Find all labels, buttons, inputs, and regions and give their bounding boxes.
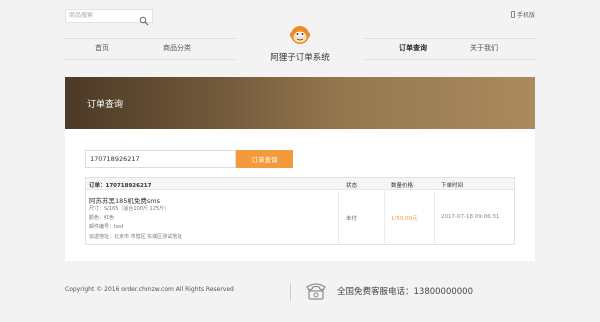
order-query-card: 订单查询 订单：170718926217 状态 数量价格 下单时间 阿苏苏黑18… — [65, 129, 535, 261]
telephone-icon — [305, 281, 327, 301]
nav-item-home[interactable]: 首页 — [95, 43, 109, 53]
search-input[interactable] — [68, 10, 136, 22]
col-time: 下单时间 — [441, 183, 464, 189]
hotline: 全国免费客服电话：13800000000 — [337, 287, 473, 297]
page-banner: 订单查询 — [65, 77, 535, 129]
nav-divider-left — [65, 38, 235, 60]
order-status: 未付 — [346, 216, 358, 222]
footer-divider — [290, 283, 291, 301]
product-spec: 尺寸：S/165（适合100斤 125斤） — [89, 206, 170, 212]
mobile-label: 手机版 — [516, 12, 535, 19]
mobile-version-link[interactable]: 手机版 — [510, 10, 535, 19]
column-divider — [384, 191, 385, 245]
delivery-address: 派送地址：北京市 市辖区 东城区测试地址 — [89, 234, 183, 240]
order-table: 订单：170718926217 状态 数量价格 下单时间 阿苏苏黑185机免费s… — [85, 177, 515, 245]
footer: Copyright © 2016 order.chmzw.com All Rig… — [0, 261, 600, 322]
nav-item-order-query[interactable]: 订单查询 — [399, 43, 427, 53]
product-color: 颜色：红色 — [89, 215, 115, 221]
copyright: Copyright © 2016 order.chmzw.com All Rig… — [65, 286, 234, 293]
order-query-button[interactable]: 订单查询 — [236, 150, 293, 168]
col-status: 状态 — [346, 183, 358, 189]
monkey-logo-icon — [290, 26, 310, 44]
mobile-icon — [510, 11, 515, 18]
col-price: 数量价格 — [391, 183, 414, 189]
order-time: 2017-07-18 09:06:31 — [441, 214, 500, 220]
column-divider — [338, 191, 339, 245]
order-price: 1/50.00元 — [391, 216, 418, 222]
tracking-code: 邮件编号：test — [89, 224, 124, 230]
column-divider — [434, 191, 435, 245]
site-logo[interactable]: 阿狸子订单系统 — [264, 22, 336, 64]
order-number-input[interactable] — [85, 150, 236, 168]
order-id: 订单：170718926217 — [89, 183, 152, 189]
nav-item-about[interactable]: 关于我们 — [470, 43, 498, 53]
nav-item-categories[interactable]: 商品分类 — [163, 43, 191, 53]
search-box — [65, 9, 153, 26]
logo-text: 阿狸子订单系统 — [270, 53, 330, 63]
order-table-header: 订单：170718926217 状态 数量价格 下单时间 — [86, 178, 514, 190]
product-name[interactable]: 阿苏苏黑185机免费sms — [89, 195, 160, 205]
nav-divider-right — [365, 38, 535, 60]
search-icon[interactable] — [139, 11, 149, 26]
page-title: 订单查询 — [87, 100, 124, 110]
